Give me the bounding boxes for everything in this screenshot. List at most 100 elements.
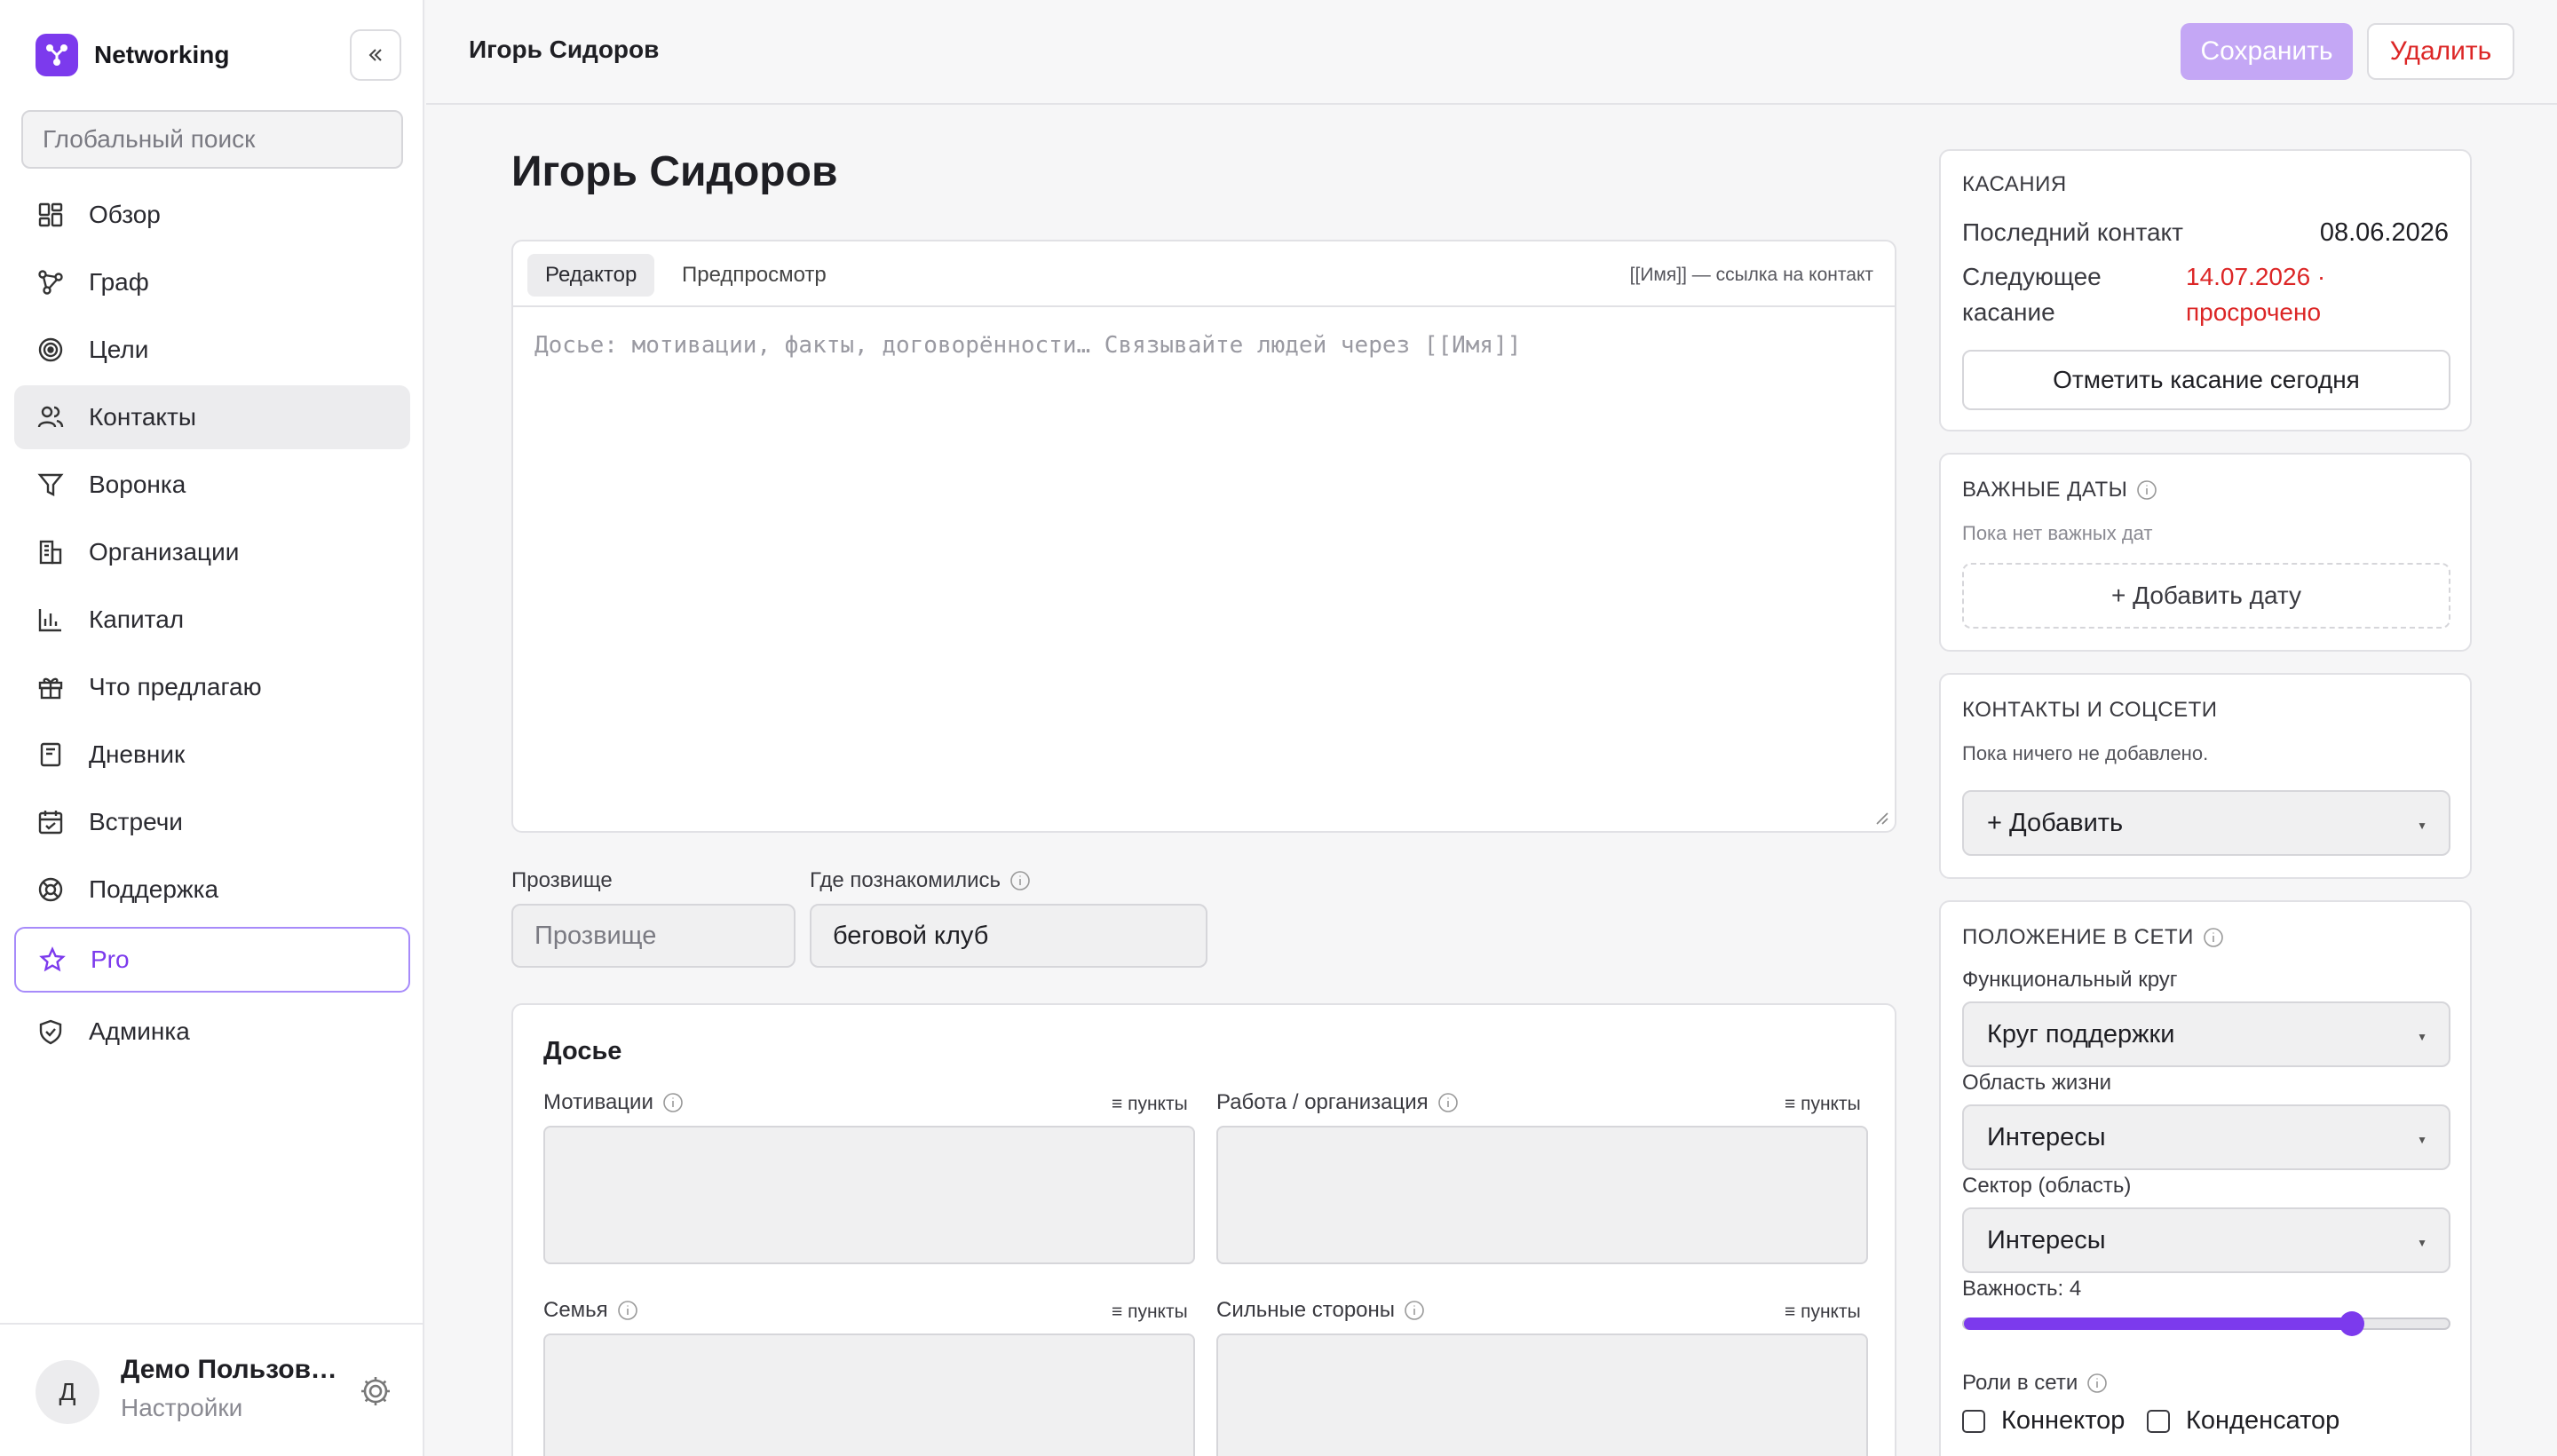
app-logo-icon (36, 34, 78, 76)
socials-empty-text: Пока ничего не добавлено. (1962, 742, 2209, 764)
nav-item-goals[interactable]: Цели (14, 318, 410, 382)
add-date-button[interactable]: + Добавить дату (1962, 563, 2450, 629)
avatar[interactable]: Д (36, 1360, 99, 1424)
brand[interactable]: Networking (36, 34, 229, 76)
network-position-card: ПОЛОЖЕНИЕ В СЕТИ Функциональный круг Кру… (1939, 900, 2472, 1456)
settings-link[interactable]: Настройки (121, 1394, 242, 1422)
nav-item-contacts[interactable]: Контакты (14, 385, 410, 449)
shield-icon (36, 1017, 66, 1047)
caret-down-icon: ▼ (2417, 1237, 2427, 1249)
gift-icon (36, 672, 66, 702)
user-name: Демо Пользователь (121, 1355, 352, 1384)
info-icon[interactable] (1404, 1300, 1425, 1321)
info-icon[interactable] (1437, 1092, 1459, 1113)
collapse-sidebar-button[interactable] (350, 29, 401, 81)
info-icon[interactable] (2086, 1373, 2108, 1394)
circle-select[interactable]: Круг поддержки ▼ (1962, 1001, 2450, 1067)
life-area-label: Область жизни (1962, 1071, 2111, 1095)
slider-fill (1964, 1318, 2352, 1330)
nav-label: Обзор (89, 201, 161, 228)
nav-item-journal[interactable]: Дневник (14, 723, 410, 787)
delete-button[interactable]: Удалить (2367, 23, 2514, 80)
work-list-toggle[interactable]: ≡ пункты (1785, 1094, 1861, 1115)
slider-thumb[interactable] (2339, 1311, 2364, 1336)
life-area-select[interactable]: Интересы ▼ (1962, 1104, 2450, 1170)
nav-item-organizations[interactable]: Организации (14, 520, 410, 584)
dates-empty-text: Пока нет важных дат (1962, 522, 2153, 544)
nav-item-offers[interactable]: Что предлагаю (14, 655, 410, 719)
checkbox-box[interactable] (1962, 1409, 1985, 1433)
checkbox-box[interactable] (2147, 1409, 2170, 1433)
family-label: Семья (543, 1298, 638, 1323)
sector-label: Сектор (область) (1962, 1174, 2132, 1198)
nav-label: Контакты (89, 403, 196, 431)
nav-item-admin[interactable]: Админка (14, 1000, 410, 1064)
page-title: Игорь Сидоров (511, 148, 838, 195)
last-contact-value: 08.06.2026 (2319, 218, 2449, 247)
notes-editor: Редактор Предпросмотр [[Имя]] — ссылка н… (511, 240, 1896, 833)
topbar: Игорь Сидоров Сохранить Удалить (426, 0, 2557, 105)
sidebar: Networking Обзор Граф Цели Контакты Воро… (0, 0, 424, 1456)
dashboard-icon (36, 200, 66, 230)
nav-item-overview[interactable]: Обзор (14, 183, 410, 247)
last-contact-label: Последний контакт (1962, 218, 2183, 246)
nav-label: Что предлагаю (89, 673, 262, 700)
network-position-title: ПОЛОЖЕНИЕ В СЕТИ (1962, 925, 2224, 950)
nav-label: Воронка (89, 471, 186, 498)
importance-label: Важность: 4 (1962, 1277, 2082, 1301)
nav-item-meetings[interactable]: Встречи (14, 790, 410, 854)
info-icon[interactable] (617, 1300, 638, 1321)
save-button[interactable]: Сохранить (2181, 23, 2353, 80)
star-icon (37, 945, 67, 975)
nickname-label: Прозвище (511, 868, 613, 892)
sector-select[interactable]: Интересы ▼ (1962, 1207, 2450, 1273)
mark-touch-today-button[interactable]: Отметить касание сегодня (1962, 350, 2450, 410)
user-panel: Д Демо Пользователь Настройки (0, 1323, 424, 1456)
work-textarea[interactable] (1216, 1126, 1868, 1264)
motivations-textarea[interactable] (543, 1126, 1195, 1264)
family-list-toggle[interactable]: ≡ пункты (1112, 1302, 1188, 1323)
nav-label: Pro (91, 946, 130, 973)
met-where-input[interactable] (810, 904, 1207, 968)
nav-item-pro[interactable]: Pro (14, 927, 410, 993)
info-icon[interactable] (2136, 479, 2157, 501)
global-search-input[interactable] (21, 110, 403, 169)
important-dates-card: ВАЖНЫЕ ДАТЫ Пока нет важных дат + Добави… (1939, 453, 2472, 652)
strengths-label: Сильные стороны (1216, 1298, 1425, 1323)
family-textarea[interactable] (543, 1333, 1195, 1456)
role-condenser-checkbox[interactable]: Конденсатор (2147, 1406, 2339, 1436)
calendar-icon (36, 807, 66, 837)
app-name: Networking (94, 41, 230, 68)
nav-item-support[interactable]: Поддержка (14, 858, 410, 922)
importance-slider[interactable] (1962, 1311, 2450, 1336)
journal-icon (36, 740, 66, 770)
tab-editor[interactable]: Редактор (527, 254, 655, 297)
met-where-label: Где познакомились (810, 868, 1031, 893)
role-connector-checkbox[interactable]: Коннектор (1962, 1406, 2125, 1436)
bar-chart-icon (36, 605, 66, 635)
motivations-list-toggle[interactable]: ≡ пункты (1112, 1094, 1188, 1115)
info-icon[interactable] (662, 1092, 684, 1113)
tab-preview[interactable]: Предпросмотр (664, 254, 844, 297)
gear-icon[interactable] (359, 1374, 392, 1408)
add-social-select[interactable]: + Добавить ▼ (1962, 790, 2450, 856)
users-icon (36, 402, 66, 432)
nav-item-funnel[interactable]: Воронка (14, 453, 410, 517)
strengths-textarea[interactable] (1216, 1333, 1868, 1456)
nickname-input[interactable] (511, 904, 796, 968)
nav-label: Встречи (89, 808, 183, 835)
nav-label: Цели (89, 336, 149, 363)
resize-grip-icon[interactable] (1873, 810, 1889, 826)
nav-label: Админка (89, 1017, 190, 1045)
nav-item-graph[interactable]: Граф (14, 250, 410, 314)
editor-tabs: Редактор Предпросмотр [[Имя]] — ссылка н… (513, 241, 1895, 307)
building-icon (36, 537, 66, 567)
important-dates-title: ВАЖНЫЕ ДАТЫ (1962, 478, 2157, 502)
strengths-list-toggle[interactable]: ≡ пункты (1785, 1302, 1861, 1323)
info-icon[interactable] (2203, 927, 2224, 948)
notes-textarea[interactable] (513, 309, 1895, 831)
info-icon[interactable] (1009, 870, 1031, 891)
nav-item-capital[interactable]: Капитал (14, 588, 410, 652)
nav-label: Граф (89, 268, 149, 296)
editor-hint: [[Имя]] — ссылка на контакт (1629, 265, 1873, 285)
